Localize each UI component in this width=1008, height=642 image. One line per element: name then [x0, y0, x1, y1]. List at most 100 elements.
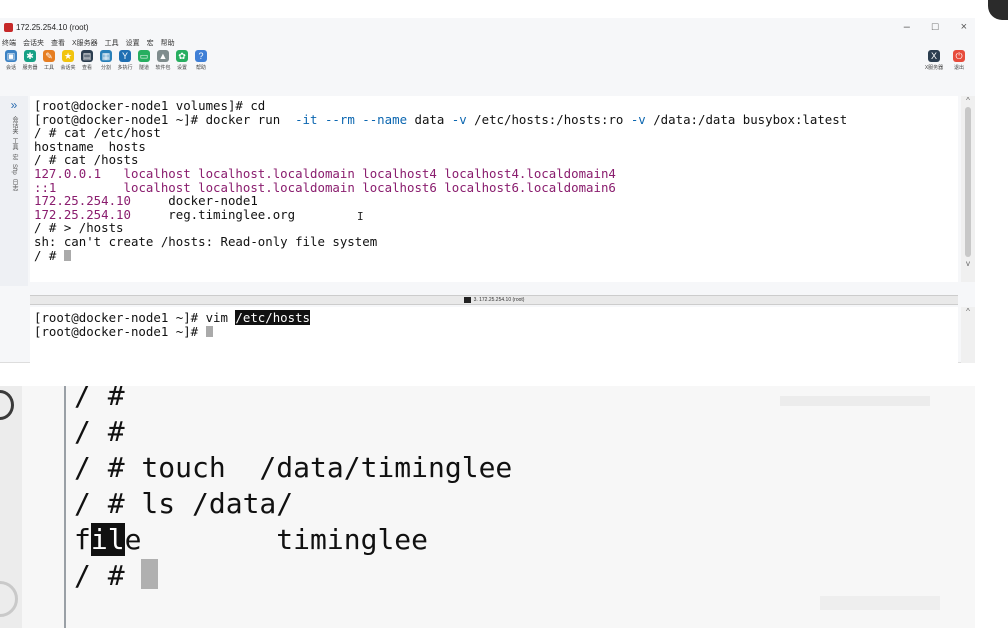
packages-icon: ▲ — [157, 50, 169, 62]
zoom-left-edge — [0, 386, 22, 628]
mobaxterm-window: 172.25.254.10 (root) – □ × 终端 会话夹 查看 X服务器 工具… — [0, 18, 975, 363]
sidebar-tab[interactable]: 宏 — [10, 154, 18, 160]
terminal-text: /data:/data busybox:latest — [645, 111, 848, 127]
tunnel-icon: ▭ — [138, 50, 150, 62]
minimize-button[interactable]: – — [904, 21, 910, 33]
toolbar-button[interactable]: Y 多执行 — [116, 50, 134, 71]
toolbar-button[interactable]: ▤ 查看 — [78, 50, 96, 71]
scroll-up-icon[interactable]: ^ — [961, 307, 975, 316]
sidebar-tab[interactable]: 会话夹 — [10, 116, 18, 134]
terminal-text: e timinglee — [124, 523, 429, 556]
toolbar-button[interactable]: ▦ 分割 — [97, 50, 115, 71]
blurred-background — [780, 396, 930, 406]
sidebar-tab[interactable]: 工具 — [10, 138, 18, 150]
help-icon: ? — [195, 50, 207, 62]
terminal-text: /etc/hosts — [235, 310, 311, 325]
tools-icon: ✎ — [43, 50, 55, 62]
toolbar-button[interactable]: ▲ 软件包 — [154, 50, 172, 71]
terminal-text: / # ls /data/ — [74, 487, 294, 520]
terminal-line: [root@docker-node1 volumes]# cd — [34, 99, 954, 113]
gear-icon: ✿ — [176, 50, 188, 62]
toolbar-button[interactable]: ▭ 隧道 — [135, 50, 153, 71]
window-title: 172.25.254.10 (root) — [16, 22, 89, 32]
toolbar-button-label: X服务器 — [924, 65, 944, 71]
menu-item[interactable]: 设置 — [126, 38, 140, 48]
camera-overlay-icon — [988, 0, 1008, 20]
terminal-scrollbar-top[interactable]: ^ v — [961, 96, 975, 282]
scroll-up-icon[interactable]: ^ — [961, 96, 975, 105]
terminal-pane-bottom[interactable]: [root@docker-node1 ~]# vim /etc/hosts [ro… — [30, 307, 958, 363]
text-cursor-icon: I — [357, 210, 364, 223]
menu-item[interactable]: 宏 — [147, 38, 154, 48]
terminal-line: / # ls /data/ — [74, 486, 512, 522]
terminal-line: / # cat /hosts — [34, 153, 954, 167]
toolbar-button[interactable]: ✿ 设置 — [173, 50, 191, 71]
terminal-text: -v — [451, 111, 467, 127]
toolbar-button-label: 查看 — [81, 65, 92, 71]
toolbar-button-label: 多执行 — [117, 65, 133, 71]
sidebar-tab[interactable]: 日志 — [10, 179, 18, 191]
menu-item[interactable]: 终端 — [2, 38, 16, 48]
ring-decoration-icon — [0, 581, 18, 617]
zoomed-terminal-text: / # / # / # touch /data/timinglee / # ls /d… — [74, 386, 512, 594]
toolbar-button[interactable]: ✎ 工具 — [40, 50, 58, 71]
scroll-thumb[interactable] — [965, 107, 971, 257]
terminal-line: 172.25.254.10 reg.timinglee.org — [34, 206, 954, 222]
terminal-text: reg.timinglee.org — [130, 206, 296, 222]
title-bar: 172.25.254.10 (root) – □ × — [0, 18, 975, 36]
toolbar-button[interactable]: ▣ 会话 — [2, 50, 20, 71]
terminal-line: 127.0.0.1 localhost localhost.localdomai… — [34, 167, 954, 181]
toolbar-button[interactable]: ✱ 服务器 — [21, 50, 39, 71]
terminal-text: -it — [295, 111, 318, 127]
split-icon: ▦ — [100, 50, 112, 62]
terminal-line: / # — [34, 248, 954, 263]
side-panel: » 会话夹工具宏 Sftp 日志 — [0, 96, 28, 286]
terminal-line: / # > /hosts — [34, 221, 954, 235]
servers-icon: ✱ — [24, 50, 36, 62]
multi-exec-icon: Y — [119, 50, 131, 62]
terminal-text: / # — [74, 386, 125, 412]
terminal-line: 172.25.254.10 docker-node1 — [34, 194, 954, 208]
toolbar-button[interactable]: ? 帮助 — [192, 50, 210, 71]
toolbar-button-label: 服务器 — [22, 65, 38, 71]
terminal-text: f — [74, 523, 91, 556]
terminal-pane-top[interactable]: [root@docker-node1 volumes]# cd [root@doc… — [30, 96, 958, 282]
view-icon: ▤ — [81, 50, 93, 62]
terminal-text: -v — [630, 111, 646, 127]
toolbar-button[interactable]: ★ 会话夹 — [59, 50, 77, 71]
terminal-text: data — [407, 111, 452, 127]
toolbar: ▣ 会话 ✱ 服务器 ✎ 工具 ★ 会话夹 ▤ 查看 ▦ 分割 Y 多执行 ▭ 隧道 ▲ 软件包 ✿ 设置? 帮助 XX… — [0, 50, 975, 78]
app-icon — [4, 22, 13, 32]
menu-item[interactable]: 会话夹 — [23, 38, 44, 48]
menu-item[interactable]: 帮助 — [161, 38, 175, 48]
terminal-line: / # touch /data/timinglee — [74, 450, 512, 486]
terminal-text: il — [90, 523, 125, 556]
sidebar-tab[interactable]: Sftp — [10, 164, 18, 175]
terminal-tab-status[interactable]: 3. 172.25.254.10 (root) — [30, 295, 958, 305]
toolbar-button[interactable]: X X服务器 — [925, 50, 943, 71]
scroll-down-icon[interactable]: v — [961, 259, 975, 268]
terminal-text: --rm — [324, 111, 355, 127]
toolbar-button-label: 帮助 — [195, 65, 206, 71]
expand-sidebar-icon[interactable]: » — [11, 98, 18, 112]
toolbar-button-label: 软件包 — [155, 65, 171, 71]
terminal-line: ::1 localhost localhost.localdomain loca… — [34, 180, 954, 195]
toolbar-button-label: 设置 — [176, 65, 187, 71]
terminal-scrollbar-bottom[interactable]: ^ — [961, 307, 975, 363]
menu-item[interactable]: 工具 — [105, 38, 119, 48]
terminal-cursor — [205, 325, 213, 337]
terminal-line: / # — [74, 558, 512, 594]
menu-item[interactable]: 查看 — [51, 38, 65, 48]
toolbar-button-label: 分割 — [100, 65, 111, 71]
maximize-button[interactable]: □ — [932, 21, 939, 33]
terminal-text: sh: can't create /hosts: Read-only file … — [34, 233, 378, 249]
terminal-text: [root@docker-node1 ~]# — [34, 323, 206, 339]
toolbar-button[interactable]: ⏻ 退出 — [950, 50, 968, 71]
toolbar-button-label: 隧道 — [138, 65, 149, 71]
menu-item[interactable]: X服务器 — [72, 38, 98, 48]
terminal-tab-label: 3. 172.25.254.10 (root) — [473, 297, 525, 303]
toolbar-button-label: 会话夹 — [60, 65, 76, 71]
terminal-text: / # — [74, 559, 142, 592]
close-button[interactable]: × — [961, 21, 967, 33]
